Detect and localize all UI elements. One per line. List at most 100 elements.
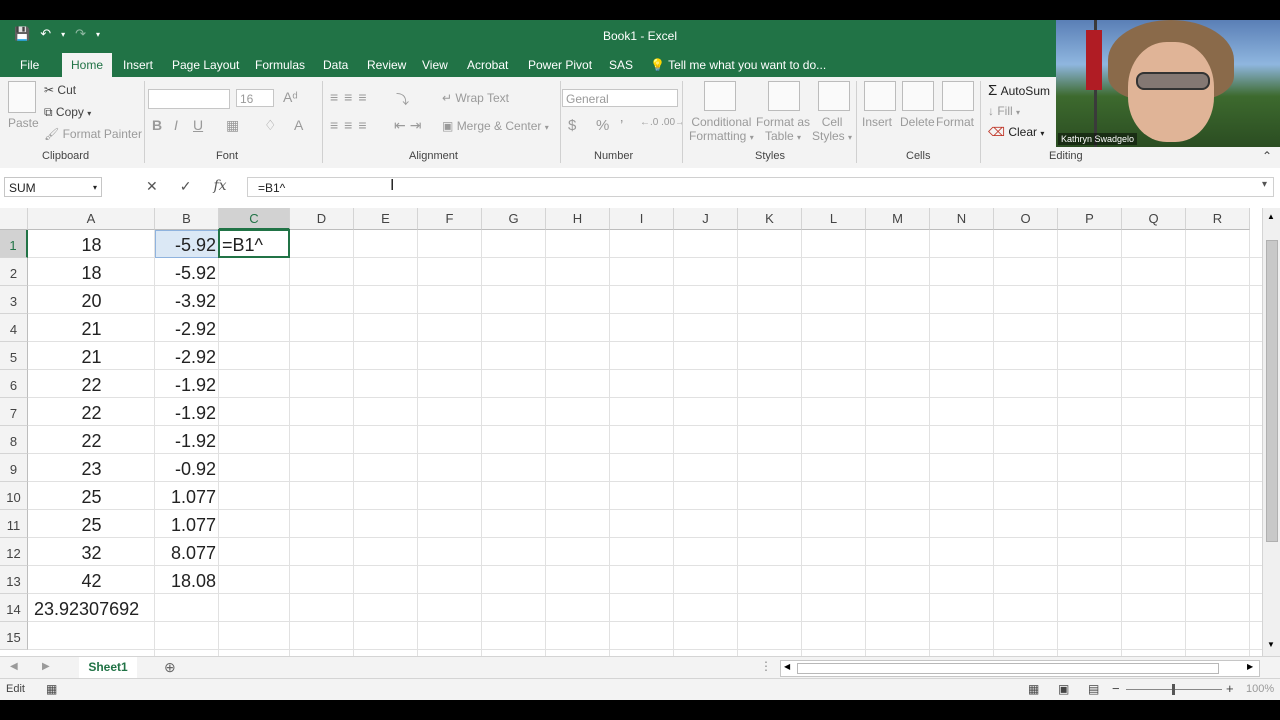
tab-sas[interactable]: SAS [601,53,641,77]
tell-me-box[interactable]: 💡 Tell me what you want to do... [650,53,826,77]
decimal-icons[interactable]: ←.0 .00→ [640,117,685,128]
new-sheet-icon[interactable]: ⊕ [164,659,176,676]
cell-b2[interactable]: -5.92 [155,258,219,286]
bold-button[interactable]: B [152,117,162,133]
vertical-align-icons[interactable]: ≡≡≡ [330,89,373,105]
indent-icons[interactable]: ⇤⇥ [394,117,425,134]
copy-button[interactable]: ⧉ Copy ▾ [44,105,91,120]
horizontal-scroll-thumb[interactable] [797,663,1219,674]
cell-a5[interactable]: 21 [28,342,155,370]
cell-b10[interactable]: 1.077 [155,482,219,510]
horizontal-scrollbar[interactable]: ◀ ▶ [780,660,1260,677]
italic-button[interactable]: I [174,117,178,133]
font-name-box[interactable] [148,89,230,109]
column-header-q[interactable]: Q [1122,208,1186,230]
column-header-c[interactable]: C [219,208,290,230]
format-painter-button[interactable]: 🖌 Format Painter [44,127,142,141]
tab-review[interactable]: Review [359,53,414,77]
cell-a10[interactable]: 25 [28,482,155,510]
column-header-i[interactable]: I [610,208,674,230]
sheet-tab-sheet1[interactable]: Sheet1 [79,657,137,680]
column-header-g[interactable]: G [482,208,546,230]
fill-button[interactable]: ↓ Fill ▾ [988,104,1020,118]
column-header-n[interactable]: N [930,208,994,230]
formula-input[interactable]: =B1^ [247,177,1274,197]
column-header-l[interactable]: L [802,208,866,230]
column-header-o[interactable]: O [994,208,1058,230]
column-header-k[interactable]: K [738,208,802,230]
delete-cells-button[interactable]: Delete [900,115,935,129]
enter-icon[interactable]: ✓ [180,178,192,195]
cell-b13[interactable]: 18.08 [155,566,219,594]
comma-button[interactable]: ’ [620,117,623,134]
cell-b5[interactable]: -2.92 [155,342,219,370]
macro-record-icon[interactable]: ▦ [46,682,57,696]
select-all-corner[interactable] [0,208,28,230]
sheet-nav-left-icon[interactable]: ◀ [10,661,18,672]
column-header-d[interactable]: D [290,208,354,230]
tab-view[interactable]: View [414,53,456,77]
normal-view-icon[interactable]: ▦ [1028,682,1039,696]
row-header-7[interactable]: 7 [0,398,28,426]
cancel-icon[interactable]: ✕ [146,178,158,195]
underline-button[interactable]: U [193,117,203,133]
row-header-12[interactable]: 12 [0,538,28,566]
grow-font-icon[interactable]: Aᵈ [283,89,298,105]
cell-b9[interactable]: -0.92 [155,454,219,482]
format-as-table-icon[interactable] [768,81,800,111]
autosum-button[interactable]: Σ AutoSum [988,82,1050,99]
cell-b6[interactable]: -1.92 [155,370,219,398]
clear-button[interactable]: ⌫ Clear ▾ [988,125,1044,139]
column-header-e[interactable]: E [354,208,418,230]
row-header-2[interactable]: 2 [0,258,28,286]
scroll-up-icon[interactable]: ▲ [1267,212,1275,221]
tab-acrobat[interactable]: Acrobat [459,53,516,77]
zoom-in-icon[interactable]: + [1226,681,1234,696]
tab-file[interactable]: File [12,53,47,77]
cell-b7[interactable]: -1.92 [155,398,219,426]
tab-formulas[interactable]: Formulas [247,53,313,77]
percent-button[interactable]: % [596,117,609,134]
sheet-nav-right-icon[interactable]: ▶ [42,661,50,672]
horizontal-align-icons[interactable]: ≡≡≡ [330,117,373,133]
format-cells-icon[interactable] [942,81,974,111]
row-header-10[interactable]: 10 [0,482,28,510]
collapse-ribbon-icon[interactable]: ⌃ [1262,149,1272,163]
cell-b1[interactable]: -5.92 [155,230,219,258]
column-header-b[interactable]: B [155,208,219,230]
currency-button[interactable]: $ [568,117,576,134]
expand-formula-icon[interactable]: ▾ [1262,179,1267,190]
cell-b4[interactable]: -2.92 [155,314,219,342]
cell-styles-button[interactable]: Cell Styles ▾ [812,115,852,143]
orientation-icon[interactable]: ⤵ [396,89,409,108]
split-handle-icon[interactable]: ⋮ [760,659,772,673]
format-as-table-button[interactable]: Format as Table ▾ [756,115,810,143]
row-header-3[interactable]: 3 [0,286,28,314]
cell-a2[interactable]: 18 [28,258,155,286]
column-header-m[interactable]: M [866,208,930,230]
cell-a7[interactable]: 22 [28,398,155,426]
scroll-right-icon[interactable]: ▶ [1247,662,1253,671]
merge-center-button[interactable]: ▣ Merge & Center ▾ [442,119,549,133]
row-header-8[interactable]: 8 [0,426,28,454]
cell-b12[interactable]: 8.077 [155,538,219,566]
zoom-slider-thumb[interactable] [1172,684,1175,695]
column-header-a[interactable]: A [28,208,155,230]
delete-cells-icon[interactable] [902,81,934,111]
column-header-h[interactable]: H [546,208,610,230]
name-box[interactable]: SUM ▾ [4,177,102,197]
fill-color-icon[interactable]: ♢ [264,117,277,134]
row-header-15[interactable]: 15 [0,622,28,650]
cell-a6[interactable]: 22 [28,370,155,398]
cell-a14[interactable]: 23.92307692 [34,594,174,622]
cell-styles-icon[interactable] [818,81,850,111]
number-format-box[interactable]: General [562,89,678,107]
row-header-14[interactable]: 14 [0,594,28,622]
tab-power-pivot[interactable]: Power Pivot [520,53,600,77]
paste-button[interactable]: Paste [8,116,39,130]
tab-home[interactable]: Home [62,53,112,78]
insert-cells-button[interactable]: Insert [862,115,892,129]
row-header-6[interactable]: 6 [0,370,28,398]
row-header-4[interactable]: 4 [0,314,28,342]
tab-insert[interactable]: Insert [115,53,161,77]
